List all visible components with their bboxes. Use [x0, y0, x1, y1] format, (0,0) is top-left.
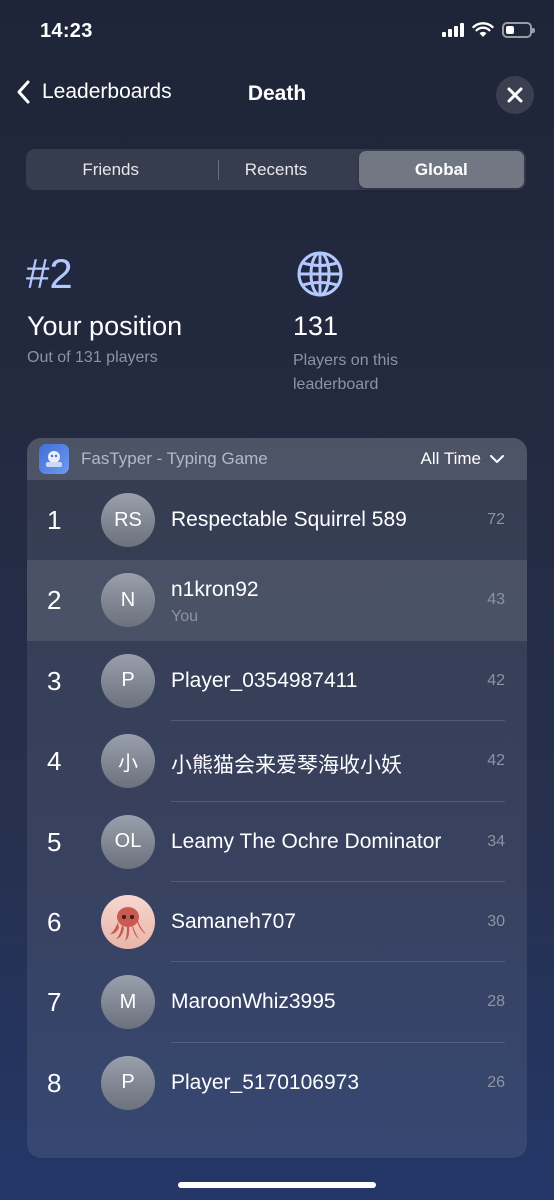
game-name: FasTyper - Typing Game: [81, 449, 268, 468]
row-rank: 6: [47, 906, 62, 937]
row-rank: 1: [47, 505, 62, 535]
globe-icon: [297, 251, 343, 297]
player-score: 34: [487, 832, 505, 850]
player-name: Samaneh707: [171, 909, 296, 933]
player-score: 72: [487, 511, 505, 528]
page-title: Death: [247, 82, 307, 105]
row-rank: 2: [47, 585, 62, 616]
player-you-label: You: [171, 608, 198, 626]
battery-icon: [502, 22, 535, 38]
avatar: OL: [101, 814, 155, 869]
leaderboard-card: FasTyper - Typing Game All Time 1 RS Res…: [27, 438, 527, 1158]
player-name: 小熊猫会来爱琴海收小妖: [171, 754, 402, 778]
leaderboard-row[interactable]: 7 M MaroonWhiz3995 28: [27, 962, 527, 1043]
row-rank: 5: [47, 826, 62, 857]
player-score: 43: [487, 591, 505, 609]
time-filter-label: All Time: [420, 449, 481, 468]
avatar: P: [101, 1055, 155, 1110]
leaderboard-row[interactable]: 6 Samaneh707 30: [27, 882, 527, 963]
leaderboard-row[interactable]: 3 P Player_0354987411 42: [27, 641, 527, 722]
player-score: 42: [487, 752, 505, 770]
avatar: P: [101, 653, 155, 708]
close-icon: [507, 87, 523, 103]
players-count-subtitle: Players on this leaderboard: [293, 352, 398, 393]
your-rank: #2: [26, 250, 73, 297]
app-icon: [39, 444, 69, 474]
tab-friends[interactable]: Friends: [28, 151, 193, 188]
close-button[interactable]: [496, 76, 534, 114]
leaderboard-row[interactable]: 8 P Player_5170106973 26: [27, 1043, 527, 1123]
navigation-bar: Leaderboards Death: [0, 70, 554, 120]
cellular-signal-icon: [442, 23, 464, 37]
status-bar: 14:23: [0, 0, 554, 64]
avatar: N: [101, 573, 155, 628]
row-rank: 8: [47, 1067, 62, 1098]
player-score: 26: [487, 1073, 505, 1091]
wifi-icon: [472, 22, 494, 37]
players-count: 131: [293, 311, 339, 341]
player-name: Leamy The Ochre Dominator: [171, 829, 442, 853]
player-name: n1kron92: [171, 578, 259, 602]
player-score: 30: [487, 912, 505, 930]
leaderboard-header: FasTyper - Typing Game All Time: [27, 438, 527, 480]
row-rank: 7: [47, 987, 62, 1018]
segment-divider: [218, 160, 219, 180]
leaderboard-row[interactable]: 4 小 小熊猫会来爱琴海收小妖 42: [27, 721, 527, 802]
leaderboard-row-current-user[interactable]: 2 N n1kron92 You 43: [27, 560, 527, 641]
player-name: Respectable Squirrel 589: [171, 508, 407, 531]
your-position-subtitle: Out of 131 players: [27, 349, 158, 366]
row-rank: 3: [47, 665, 62, 696]
avatar: 小: [101, 734, 155, 789]
your-position-label: Your position: [27, 311, 183, 341]
time-filter-dropdown[interactable]: All Time: [421, 449, 505, 469]
stats-section: #2 Your position Out of 131 players 131 …: [0, 250, 554, 400]
octopus-icon: [110, 906, 146, 941]
tab-global[interactable]: Global: [358, 151, 524, 188]
leaderboard-row[interactable]: 1 RS Respectable Squirrel 589 72: [27, 480, 527, 560]
player-score: 28: [487, 993, 505, 1011]
leaderboard-row[interactable]: 5 OL Leamy The Ochre Dominator 34: [27, 802, 527, 882]
scope-segmented-control: Friends Recents Global: [26, 149, 526, 190]
status-icons: [442, 22, 535, 38]
player-score: 42: [487, 671, 505, 689]
avatar: M: [101, 975, 155, 1030]
player-name: Player_5170106973: [171, 1070, 359, 1094]
row-rank: 4: [47, 746, 62, 777]
home-indicator[interactable]: [178, 1182, 376, 1188]
player-name: MaroonWhiz3995: [171, 990, 336, 1014]
player-name: Player_0354987411: [171, 668, 358, 692]
avatar: RS: [101, 493, 155, 547]
status-time: 14:23: [40, 20, 93, 42]
chevron-down-icon: [490, 455, 504, 463]
octopus-avatar: [101, 894, 155, 949]
